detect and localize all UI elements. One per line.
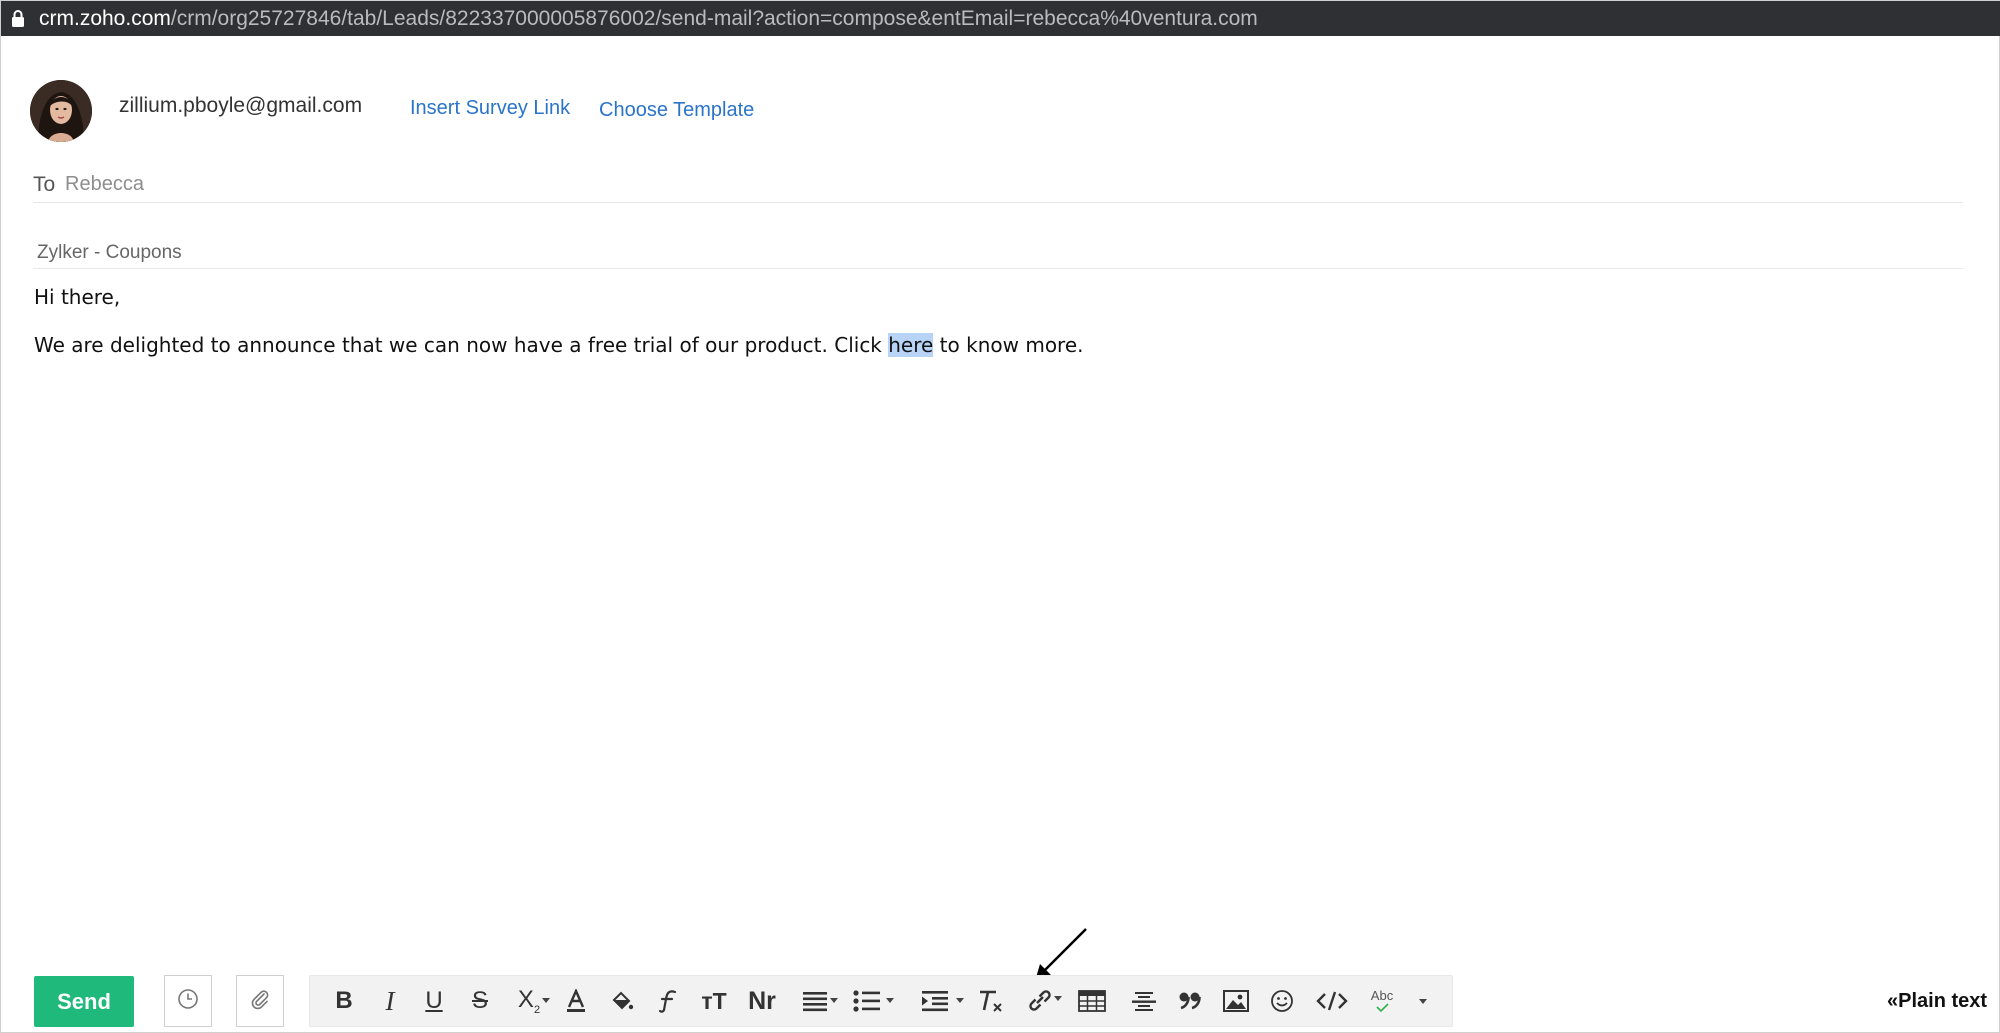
italic-button[interactable]: I [372, 976, 408, 1026]
italic-icon: I [385, 985, 395, 1016]
table-icon [1078, 990, 1106, 1012]
schedule-button[interactable] [164, 975, 212, 1027]
avatar [30, 80, 92, 142]
more-options-button[interactable] [1408, 976, 1438, 1026]
font-color-button[interactable] [558, 976, 594, 1026]
code-button[interactable] [1310, 976, 1354, 1026]
strikethrough-button[interactable]: S [462, 976, 498, 1026]
from-email[interactable]: zillium.pboyle@gmail.com [119, 94, 362, 118]
font-family-icon [657, 989, 679, 1013]
clock-icon [177, 988, 199, 1015]
chevron-down-icon [956, 998, 964, 1003]
paragraph-text-end: to know more. [933, 333, 1084, 357]
emoji-button[interactable] [1262, 976, 1302, 1026]
link-icon [1026, 988, 1054, 1014]
chevron-down-icon [886, 998, 894, 1003]
plain-text-toggle[interactable]: «Plain text [1887, 990, 1987, 1013]
send-button[interactable]: Send [34, 976, 134, 1027]
quote-button[interactable] [1170, 976, 1210, 1026]
horizontal-rule-icon [1131, 990, 1157, 1012]
link-button[interactable] [1018, 976, 1062, 1026]
to-label: To [33, 173, 56, 196]
align-icon [802, 990, 828, 1012]
subscript-small-glyph: 2 [533, 1003, 541, 1016]
chevron-down-icon [830, 998, 838, 1003]
bold-icon: B [335, 987, 353, 1014]
table-button[interactable] [1072, 976, 1112, 1026]
url-path: /crm/org25727846/tab/Leads/8223370000058… [170, 6, 1258, 30]
subscript-button[interactable]: X2 [506, 976, 552, 1026]
clear-format-button[interactable] [970, 976, 1010, 1026]
spellcheck-button[interactable]: Abc [1362, 976, 1402, 1026]
attach-button[interactable] [236, 975, 284, 1027]
highlight-button[interactable] [604, 976, 640, 1026]
underline-button[interactable]: U [416, 976, 452, 1026]
strikethrough-icon: S [471, 987, 488, 1014]
subscript-icon: X2 [518, 986, 540, 1016]
spellcheck-icon: Abc [1370, 988, 1394, 1003]
browser-url-bar[interactable]: crm.zoho.com/crm/org25727846/tab/Leads/8… [1, 1, 2000, 36]
indent-button[interactable] [912, 976, 964, 1026]
list-button[interactable] [844, 976, 894, 1026]
quote-icon [1178, 991, 1202, 1011]
font-size-icon: тT [701, 987, 727, 1014]
clear-format-icon [976, 988, 1004, 1014]
font-color-icon [565, 989, 587, 1013]
paperclip-icon [249, 988, 271, 1015]
font-size-button[interactable]: тT [694, 976, 734, 1026]
list-icon [853, 989, 881, 1013]
more-icon [1419, 998, 1427, 1004]
image-icon [1223, 990, 1249, 1012]
to-field-row[interactable]: To Rebecca [33, 171, 1963, 203]
url-host: crm.zoho.com [39, 6, 171, 30]
email-body-paragraph[interactable]: We are delighted to announce that we can… [34, 333, 1084, 357]
choose-template-link[interactable]: Choose Template [599, 99, 754, 122]
font-family-button[interactable] [650, 976, 686, 1026]
paragraph-text-start: We are delighted to announce that we can… [34, 333, 889, 357]
insert-survey-link[interactable]: Insert Survey Link [410, 97, 570, 120]
formatting-toolbar: B I U S X2 тT Nr Abc [309, 975, 1453, 1027]
code-icon [1316, 991, 1348, 1011]
format-button[interactable]: Nr [742, 976, 782, 1026]
check-mark-icon [1376, 1003, 1389, 1013]
lock-icon [11, 9, 25, 28]
highlight-icon [610, 989, 634, 1013]
email-body-greeting[interactable]: Hi there, [34, 285, 120, 309]
underline-icon: U [425, 987, 443, 1014]
selected-text-here[interactable]: here [888, 333, 934, 357]
horizontal-rule-button[interactable] [1124, 976, 1164, 1026]
align-button[interactable] [792, 976, 838, 1026]
image-button[interactable] [1216, 976, 1256, 1026]
subject-field-row[interactable]: Zylker - Coupons [33, 239, 1963, 269]
format-icon: Nr [748, 986, 776, 1015]
chevron-down-icon [1054, 996, 1062, 1001]
indent-icon [921, 990, 949, 1012]
to-recipient[interactable]: Rebecca [65, 173, 144, 196]
chevron-down-icon [542, 998, 550, 1003]
bold-button[interactable]: B [326, 976, 362, 1026]
emoji-icon [1270, 989, 1294, 1013]
subscript-glyph: X [517, 986, 534, 1014]
subject-input[interactable]: Zylker - Coupons [37, 242, 182, 264]
